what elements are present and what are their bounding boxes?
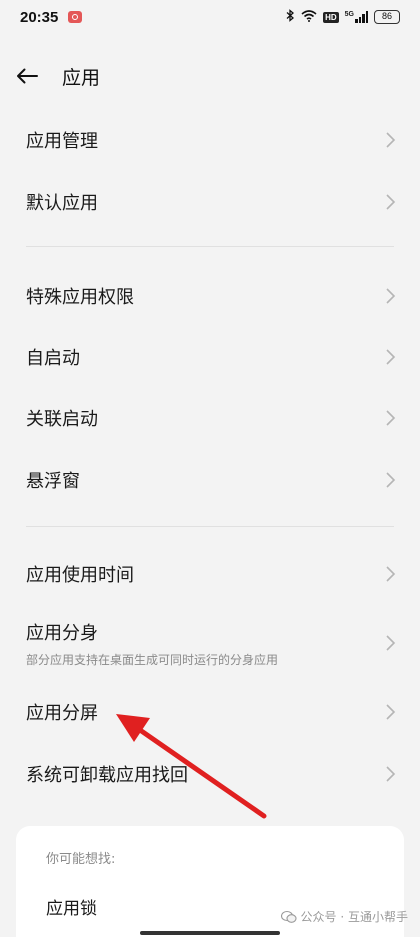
suggestion-item-app-lock[interactable]: 应用锁: [46, 894, 97, 919]
watermark-text: 公众号 · 互通小帮手: [300, 910, 408, 924]
chevron-right-icon: [386, 410, 396, 426]
status-time: 20:35: [20, 8, 59, 26]
menu-item-restore-system-apps[interactable]: 系统可卸载应用找回: [0, 752, 420, 796]
menu-item-split-screen[interactable]: 应用分屏: [0, 690, 420, 734]
menu-item-special-permissions[interactable]: 特殊应用权限: [0, 274, 420, 318]
chevron-right-icon: [386, 194, 396, 210]
screen-record-icon: [68, 11, 83, 23]
chevron-right-icon: [386, 766, 396, 782]
wifi-icon: [301, 9, 317, 25]
wechat-logo-icon: [280, 910, 297, 923]
home-indicator[interactable]: [140, 931, 280, 935]
chevron-right-icon: [386, 635, 396, 651]
chevron-right-icon: [386, 132, 396, 148]
chevron-right-icon: [386, 704, 396, 720]
hd-badge: HD: [323, 11, 339, 23]
suggestions-heading: 你可能想找:: [46, 852, 116, 867]
menu-item-label: 自启动: [26, 348, 80, 369]
chevron-right-icon: [386, 288, 396, 304]
menu-item-floating-window[interactable]: 悬浮窗: [0, 458, 420, 502]
menu-item-label: 应用分屏: [26, 703, 98, 724]
chevron-right-icon: [386, 472, 396, 488]
menu-item-label: 应用使用时间: [26, 565, 134, 586]
section-divider: [26, 526, 394, 527]
menu-item-auto-start[interactable]: 自启动: [0, 335, 420, 379]
menu-item-label: 悬浮窗: [26, 471, 80, 492]
chevron-right-icon: [386, 349, 396, 365]
watermark: 公众号 · 互通小帮手: [280, 908, 408, 925]
menu-item-default-apps[interactable]: 默认应用: [0, 180, 420, 224]
menu-item-label: 应用分身: [26, 622, 98, 644]
signal-icon: 5G: [345, 11, 368, 23]
menu-item-app-clone[interactable]: 应用分身 部分应用支持在桌面生成可同时运行的分身应用: [0, 614, 420, 672]
menu-item-associated-start[interactable]: 关联启动: [0, 396, 420, 440]
status-bar: 20:35 HD 5G 86: [0, 0, 420, 34]
bluetooth-icon: [286, 9, 295, 25]
back-arrow-icon: [17, 68, 38, 84]
menu-item-label: 默认应用: [26, 193, 98, 214]
network-type: 5G: [344, 11, 354, 18]
menu-item-label: 系统可卸载应用找回: [26, 765, 188, 786]
section-divider: [26, 246, 394, 247]
menu-item-label: 关联启动: [26, 409, 98, 430]
menu-item-app-management[interactable]: 应用管理: [0, 118, 420, 162]
battery-indicator: 86: [374, 10, 400, 24]
menu-item-description: 部分应用支持在桌面生成可同时运行的分身应用: [26, 652, 279, 667]
menu-item-app-usage-time[interactable]: 应用使用时间: [0, 552, 420, 596]
status-icons: HD 5G 86: [286, 9, 400, 25]
page-title: 应用: [62, 66, 101, 89]
menu-item-label: 特殊应用权限: [26, 287, 134, 308]
header: 应用: [0, 56, 420, 96]
chevron-right-icon: [386, 566, 396, 582]
back-button[interactable]: [16, 56, 60, 96]
menu-item-label: 应用管理: [26, 131, 98, 152]
